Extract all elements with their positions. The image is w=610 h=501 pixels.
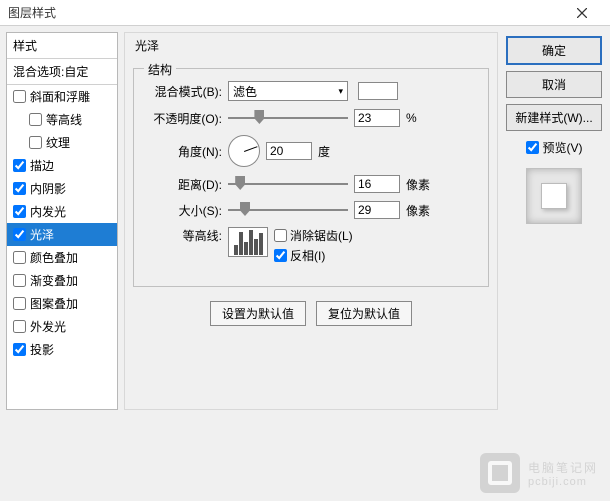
sidebar-item-label: 斜面和浮雕 (30, 88, 90, 105)
checkbox-pattern-overlay[interactable] (13, 297, 26, 310)
structure-group: 结构 混合模式(B): 滤色 ▾ 不透明度(O): % 角度(N): (133, 68, 489, 287)
reset-default-button[interactable]: 复位为默认值 (316, 301, 412, 326)
default-buttons-row: 设置为默认值 复位为默认值 (133, 301, 489, 326)
opacity-label: 不透明度(O): (144, 110, 222, 127)
opacity-input[interactable] (354, 109, 400, 127)
right-column: 确定 取消 新建样式(W)... 预览(V) (504, 32, 604, 410)
watermark-text: 电脑笔记网 (528, 459, 598, 476)
ok-button[interactable]: 确定 (506, 36, 602, 65)
preview-thumbnail (526, 168, 582, 224)
preview-checkbox[interactable] (526, 141, 539, 154)
size-input[interactable] (354, 201, 400, 219)
checkbox-color-overlay[interactable] (13, 251, 26, 264)
sidebar-item-drop-shadow[interactable]: 投影 (7, 338, 117, 361)
checkbox-inner-glow[interactable] (13, 205, 26, 218)
invert-option[interactable]: 反相(I) (274, 247, 353, 264)
checkbox-drop-shadow[interactable] (13, 343, 26, 356)
contour-row: 等高线: 消除锯齿(L) 反相(I) (144, 227, 478, 264)
size-row: 大小(S): 像素 (144, 201, 478, 219)
checkbox-stroke[interactable] (13, 159, 26, 172)
close-button[interactable] (562, 0, 602, 26)
size-slider[interactable] (228, 202, 348, 218)
angle-input[interactable] (266, 142, 312, 160)
sidebar-item-stroke[interactable]: 描边 (7, 154, 117, 177)
blend-mode-value: 滤色 (233, 83, 257, 100)
checkbox-texture[interactable] (29, 136, 42, 149)
close-icon (577, 8, 587, 18)
sidebar-blend-options[interactable]: 混合选项:自定 (7, 59, 117, 85)
opacity-slider[interactable] (228, 110, 348, 126)
angle-unit: 度 (318, 143, 330, 160)
sidebar-item-inner-shadow[interactable]: 内阴影 (7, 177, 117, 200)
checkbox-satin[interactable] (13, 228, 26, 241)
blend-mode-label: 混合模式(B): (144, 83, 222, 100)
contour-picker[interactable] (228, 227, 268, 257)
sidebar-item-satin[interactable]: 光泽 (7, 223, 117, 246)
new-style-button[interactable]: 新建样式(W)... (506, 104, 602, 131)
sidebar-item-contour[interactable]: 等高线 (7, 108, 117, 131)
watermark: 电脑笔记网 pcbiji.com (480, 453, 598, 493)
antialias-label: 消除锯齿(L) (290, 227, 353, 244)
sidebar-item-label: 纹理 (46, 134, 70, 151)
panel-title: 光泽 (133, 37, 489, 54)
sidebar-item-color-overlay[interactable]: 颜色叠加 (7, 246, 117, 269)
opacity-unit: % (406, 111, 417, 125)
sidebar-item-label: 外发光 (30, 318, 66, 335)
cancel-button[interactable]: 取消 (506, 71, 602, 98)
preview-toggle[interactable]: 预览(V) (506, 139, 602, 156)
size-label: 大小(S): (144, 202, 222, 219)
antialias-checkbox[interactable] (274, 229, 287, 242)
chevron-down-icon: ▾ (338, 86, 343, 97)
checkbox-contour[interactable] (29, 113, 42, 126)
window-title: 图层样式 (8, 4, 56, 21)
sidebar-item-label: 颜色叠加 (30, 249, 78, 266)
checkbox-outer-glow[interactable] (13, 320, 26, 333)
watermark-logo-icon (480, 453, 520, 493)
invert-label: 反相(I) (290, 247, 325, 264)
sidebar-item-label: 内阴影 (30, 180, 66, 197)
contour-label: 等高线: (144, 227, 222, 244)
sidebar-item-label: 内发光 (30, 203, 66, 220)
checkbox-bevel[interactable] (13, 90, 26, 103)
sidebar-header: 样式 (7, 33, 117, 59)
angle-row: 角度(N): 度 (144, 135, 478, 167)
titlebar: 图层样式 (0, 0, 610, 26)
angle-dial[interactable] (228, 135, 260, 167)
distance-input[interactable] (354, 175, 400, 193)
sidebar-item-inner-glow[interactable]: 内发光 (7, 200, 117, 223)
watermark-sub: pcbiji.com (528, 476, 598, 488)
opacity-row: 不透明度(O): % (144, 109, 478, 127)
styles-sidebar: 样式 混合选项:自定 斜面和浮雕 等高线 纹理 描边 内阴影 内发光 光泽 (6, 32, 118, 410)
sidebar-item-label: 等高线 (46, 111, 82, 128)
group-legend: 结构 (144, 61, 176, 78)
distance-row: 距离(D): 像素 (144, 175, 478, 193)
distance-slider[interactable] (228, 176, 348, 192)
preview-label: 预览(V) (543, 139, 583, 156)
sidebar-item-bevel[interactable]: 斜面和浮雕 (7, 85, 117, 108)
antialias-option[interactable]: 消除锯齿(L) (274, 227, 353, 244)
sidebar-item-gradient-overlay[interactable]: 渐变叠加 (7, 269, 117, 292)
angle-label: 角度(N): (144, 143, 222, 160)
blend-mode-row: 混合模式(B): 滤色 ▾ (144, 81, 478, 101)
invert-checkbox[interactable] (274, 249, 287, 262)
make-default-button[interactable]: 设置为默认值 (210, 301, 306, 326)
distance-label: 距离(D): (144, 176, 222, 193)
sidebar-item-outer-glow[interactable]: 外发光 (7, 315, 117, 338)
blend-mode-select[interactable]: 滤色 ▾ (228, 81, 348, 101)
size-unit: 像素 (406, 202, 430, 219)
sidebar-item-label: 图案叠加 (30, 295, 78, 312)
distance-unit: 像素 (406, 176, 430, 193)
main-panel: 光泽 结构 混合模式(B): 滤色 ▾ 不透明度(O): % 角度( (124, 32, 498, 410)
sidebar-item-label: 投影 (30, 341, 54, 358)
color-swatch[interactable] (358, 82, 398, 100)
checkbox-inner-shadow[interactable] (13, 182, 26, 195)
sidebar-item-label: 光泽 (30, 226, 54, 243)
sidebar-item-texture[interactable]: 纹理 (7, 131, 117, 154)
sidebar-item-pattern-overlay[interactable]: 图案叠加 (7, 292, 117, 315)
sidebar-item-label: 描边 (30, 157, 54, 174)
content: 样式 混合选项:自定 斜面和浮雕 等高线 纹理 描边 内阴影 内发光 光泽 (0, 26, 610, 416)
checkbox-gradient-overlay[interactable] (13, 274, 26, 287)
sidebar-item-label: 渐变叠加 (30, 272, 78, 289)
